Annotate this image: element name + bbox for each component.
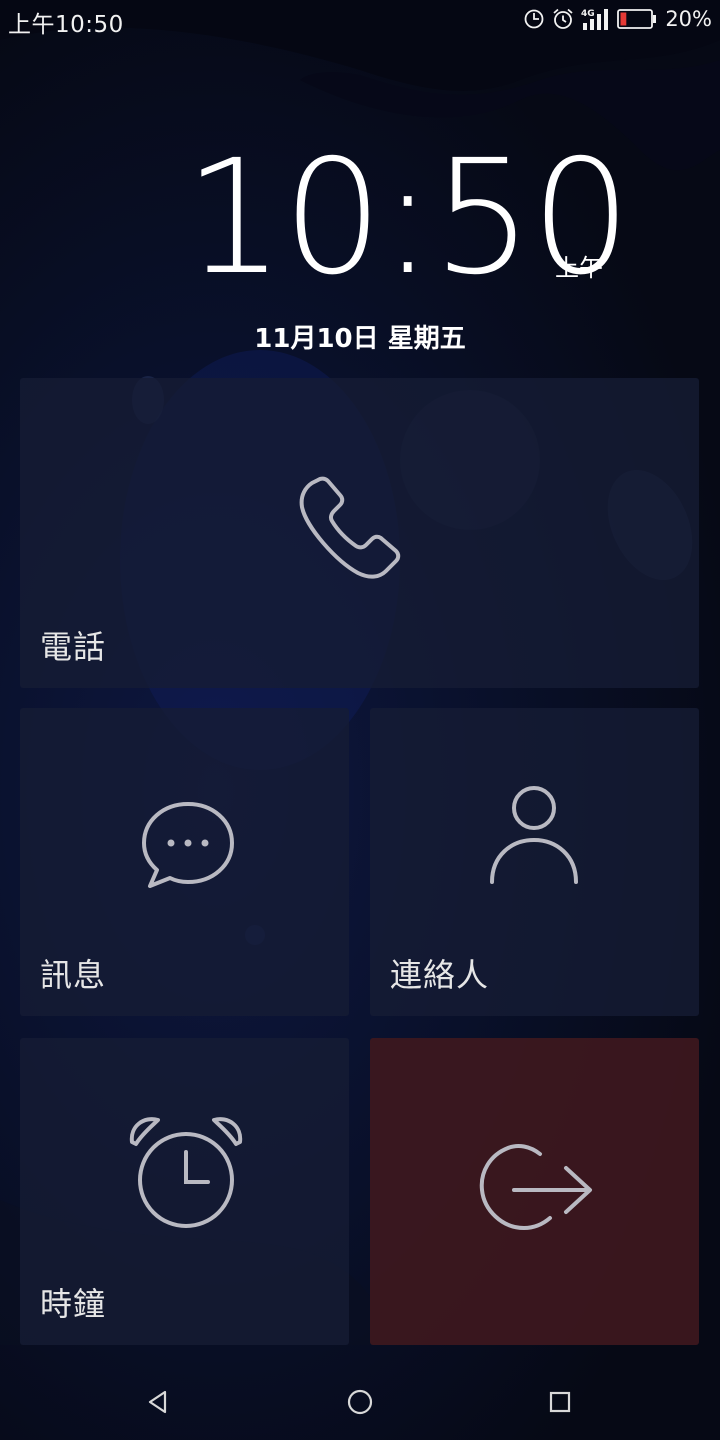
signal-4g-icon: 4G (581, 9, 609, 30)
clock-ampm: 上午 (555, 254, 603, 282)
recents-icon (549, 1391, 571, 1413)
alarm-clock-icon (129, 1117, 243, 1228)
clock-date: 11月10日 星期五 (254, 324, 466, 354)
back-button[interactable] (138, 1382, 178, 1422)
network-type-label: 4G (581, 9, 595, 19)
status-bar: 上午10:50 4G 20% (0, 0, 720, 38)
status-icons: 4G 20% (523, 4, 712, 34)
exit-tile[interactable] (370, 1038, 699, 1345)
battery-percent: 20% (665, 7, 712, 31)
home-icon (347, 1389, 373, 1415)
messages-tile-label: 訊息 (40, 956, 107, 994)
home-button[interactable] (340, 1382, 380, 1422)
battery-low-icon (617, 9, 657, 29)
status-time: 上午10:50 (8, 12, 124, 38)
lock-clock: 10:50 上午 (0, 126, 720, 310)
navigation-bar (0, 1360, 720, 1440)
back-icon (148, 1390, 167, 1414)
person-icon (490, 786, 578, 884)
contacts-tile[interactable]: 連絡人 (370, 708, 699, 1016)
chat-bubble-icon (142, 802, 234, 888)
phone-tile-label: 電話 (40, 628, 107, 666)
clock-tile[interactable]: 時鐘 (20, 1038, 349, 1345)
alarm-icon (553, 8, 573, 29)
clock-tile-label: 時鐘 (40, 1285, 107, 1323)
messages-tile[interactable]: 訊息 (20, 708, 349, 1016)
contacts-tile-label: 連絡人 (390, 956, 490, 994)
exit-icon (479, 1144, 592, 1231)
phone-icon (299, 476, 401, 579)
recents-button[interactable] (540, 1382, 580, 1422)
phone-tile[interactable]: 電話 (20, 378, 699, 688)
home-screen: 上午10:50 4G 20% 10:50 上午 11月10日 星期五 電話 訊息… (0, 0, 720, 1440)
data-saver-icon (524, 9, 544, 29)
clock-time: 10:50 (184, 126, 631, 310)
